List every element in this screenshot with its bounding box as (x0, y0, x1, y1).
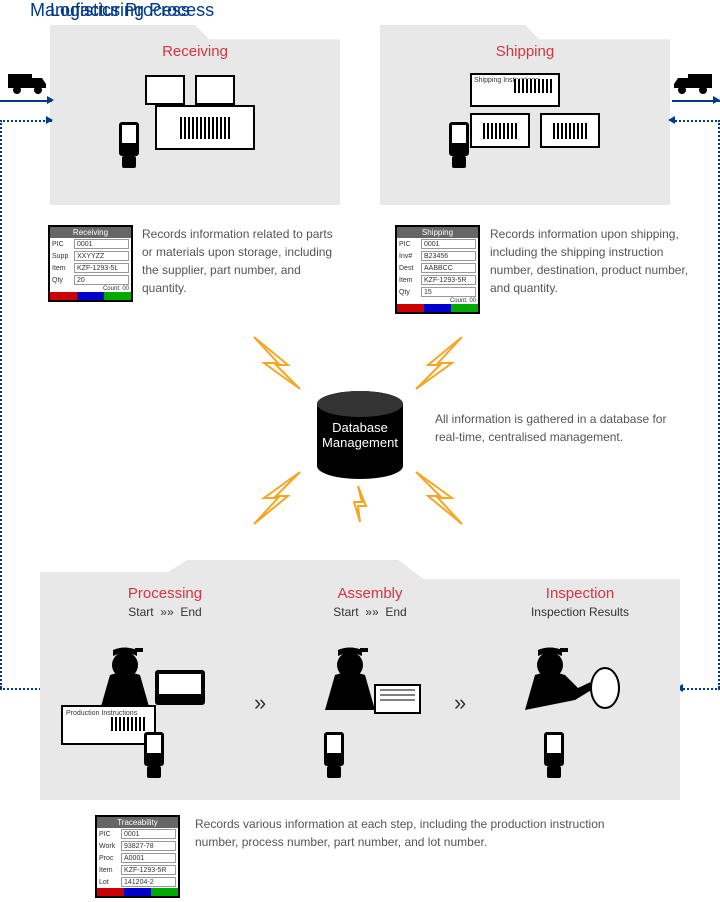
field-label: Item (399, 277, 421, 284)
truck-icon (672, 70, 712, 96)
box-barcode-icon (470, 113, 530, 148)
box-barcode-icon (540, 113, 600, 148)
field-value: XXYYZZ (74, 251, 129, 261)
chevron-right-icon: » (454, 690, 466, 716)
field-label: Inv# (399, 253, 421, 260)
assembly-illustration (300, 640, 440, 790)
end-label: End (180, 605, 201, 619)
shipping-screen: Shipping PIC0001 Inv#B23456 DestAABBCC I… (395, 225, 480, 314)
arrow-in (0, 100, 52, 102)
flow-line (0, 120, 2, 688)
arrow-head-icon (713, 96, 720, 104)
scanner-icon (140, 730, 168, 782)
assembly-block: Assembly Start »» End (300, 585, 440, 619)
screen-title: Receiving (50, 227, 131, 238)
flow-line (672, 120, 720, 122)
bolt-icon (350, 484, 370, 524)
start-label: Start (128, 605, 153, 619)
field-label: Dest (399, 265, 421, 272)
field-value: 0001 (74, 239, 129, 249)
processing-block: Processing Start »» End (85, 585, 245, 619)
chevron-right-icon: » (254, 690, 266, 716)
screen-title: Traceability (97, 817, 178, 828)
scanner-icon (320, 730, 348, 782)
manufacturing-heading: Manufacturing Process (30, 0, 214, 21)
inspection-results-label: Inspection Results (531, 605, 629, 619)
field-value: 0001 (421, 239, 476, 249)
field-label: Supp (52, 253, 74, 260)
field-value: 20 (74, 275, 129, 285)
box-barcode-icon (155, 105, 255, 150)
inspection-label: Inspection (500, 585, 660, 602)
arrow-head-icon (668, 116, 675, 124)
start-label: Start (333, 605, 358, 619)
scanner-icon (540, 730, 568, 782)
bolt-icon (412, 470, 468, 526)
screen-buttons (50, 292, 131, 300)
traceability-screen: Traceability PIC0001 Work93827-78 ProcA0… (95, 815, 180, 898)
shipping-description: Records information upon shipping, inclu… (490, 225, 690, 297)
field-label: Item (52, 265, 74, 272)
field-label: Item (99, 867, 121, 874)
shipping-label: Shipping (380, 25, 670, 60)
field-label: PIC (52, 241, 74, 248)
flow-line (680, 688, 720, 690)
field-value: A0001 (121, 853, 176, 863)
receiving-screen: Receiving PIC0001 SuppXXYYZZ ItemKZF-129… (48, 225, 133, 302)
shipping-instructions-sheet: Shipping Instructions (470, 73, 560, 107)
inspection-block: Inspection Inspection Results (500, 585, 660, 619)
field-value: 0001 (121, 829, 176, 839)
flow-line (0, 688, 45, 690)
receiving-label: Receiving (50, 25, 340, 60)
production-instructions-label: Production Instructions (66, 710, 137, 717)
field-value: 141204-2 (121, 877, 176, 887)
field-label: Lot (99, 879, 121, 886)
shipping-panel: Shipping Shipping Instructions (380, 25, 670, 205)
box-icon (145, 75, 185, 105)
field-value: 93827-78 (121, 841, 176, 851)
truck-icon (8, 70, 48, 96)
field-label: Qty (52, 277, 74, 284)
scanner-icon (445, 120, 473, 172)
screen-buttons (97, 888, 178, 896)
processing-illustration: Production Instructions (55, 640, 255, 790)
assembly-label: Assembly (300, 585, 440, 602)
bolt-icon (248, 335, 304, 391)
screen-title: Shipping (397, 227, 478, 238)
screen-buttons (397, 304, 478, 312)
field-label: Qty (399, 289, 421, 296)
processing-label: Processing (85, 585, 245, 602)
database-label: DatabaseManagement (315, 420, 405, 450)
bolt-icon (412, 335, 468, 391)
arrow-head-icon (47, 96, 54, 104)
database-description: All information is gathered in a databas… (435, 410, 685, 446)
field-value: KZF-1293-5R (121, 865, 176, 875)
flow-line (0, 120, 52, 122)
field-label: Proc (99, 855, 121, 862)
traceability-description: Records various information at each step… (195, 815, 635, 851)
arrow-head-icon (46, 116, 53, 124)
inspection-illustration (500, 640, 650, 790)
field-label: PIC (399, 241, 421, 248)
field-value: 15 (421, 287, 476, 297)
receiving-panel: Receiving (50, 25, 340, 205)
box-icon (195, 75, 235, 105)
end-label: End (385, 605, 406, 619)
field-value: AABBCC (421, 263, 476, 273)
bolt-icon (248, 470, 304, 526)
receiving-description: Records information related to parts or … (142, 225, 337, 297)
field-label: PIC (99, 831, 121, 838)
field-value: B23456 (421, 251, 476, 261)
field-label: Work (99, 843, 121, 850)
field-value: KZF-1293-5L (74, 263, 129, 273)
scanner-icon (115, 120, 143, 172)
field-value: KZF-1293-5R (421, 275, 476, 285)
